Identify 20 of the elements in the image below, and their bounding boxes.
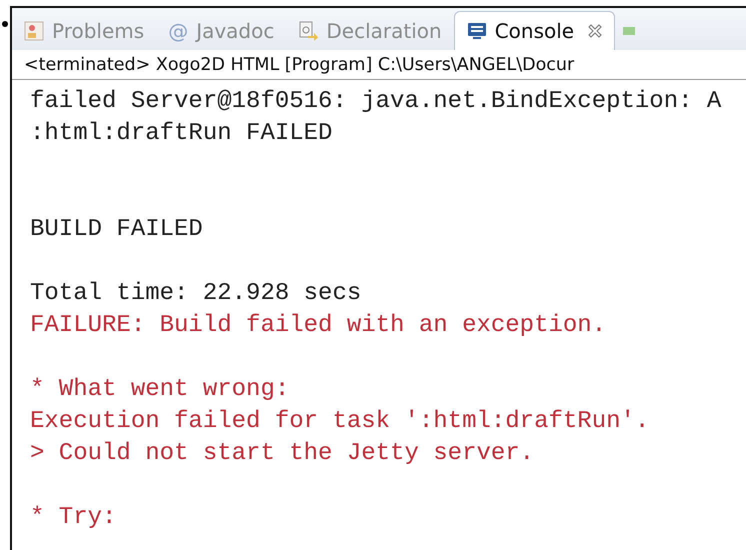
view-tab[interactable]: Problems — [12, 12, 156, 50]
view-tab[interactable]: @ Javadoc — [156, 12, 286, 50]
problems-icon — [24, 21, 44, 41]
document-arrow-icon — [298, 21, 318, 41]
close-icon[interactable] — [588, 24, 602, 38]
error-line: * Try: — [30, 503, 118, 533]
output-line: Total time: 22.928 secs — [30, 279, 362, 309]
output-line: failed Server@18f0516: java.net.BindException: A — [30, 87, 722, 117]
error-line: FAILURE: Build failed with an exception. — [30, 311, 608, 341]
error-line: Execution failed for task ':html:draftRun'. — [30, 407, 650, 437]
error-line: > Could not start the Jetty server. — [30, 439, 536, 469]
at-sign-icon: @ — [168, 19, 188, 43]
error-line: * What went wrong: — [30, 375, 290, 405]
monitor-icon — [466, 21, 487, 41]
process-status: <terminated> Xogo2D HTML [Program] C:\Users\ANGEL\Docur — [12, 50, 746, 80]
view-tab[interactable]: Console — [454, 11, 616, 50]
bullet-icon — [2, 21, 8, 27]
view-tab[interactable]: Declaration — [286, 12, 454, 50]
output-line: :html:draftRun FAILED — [30, 119, 334, 149]
output-line: BUILD FAILED — [30, 215, 204, 245]
